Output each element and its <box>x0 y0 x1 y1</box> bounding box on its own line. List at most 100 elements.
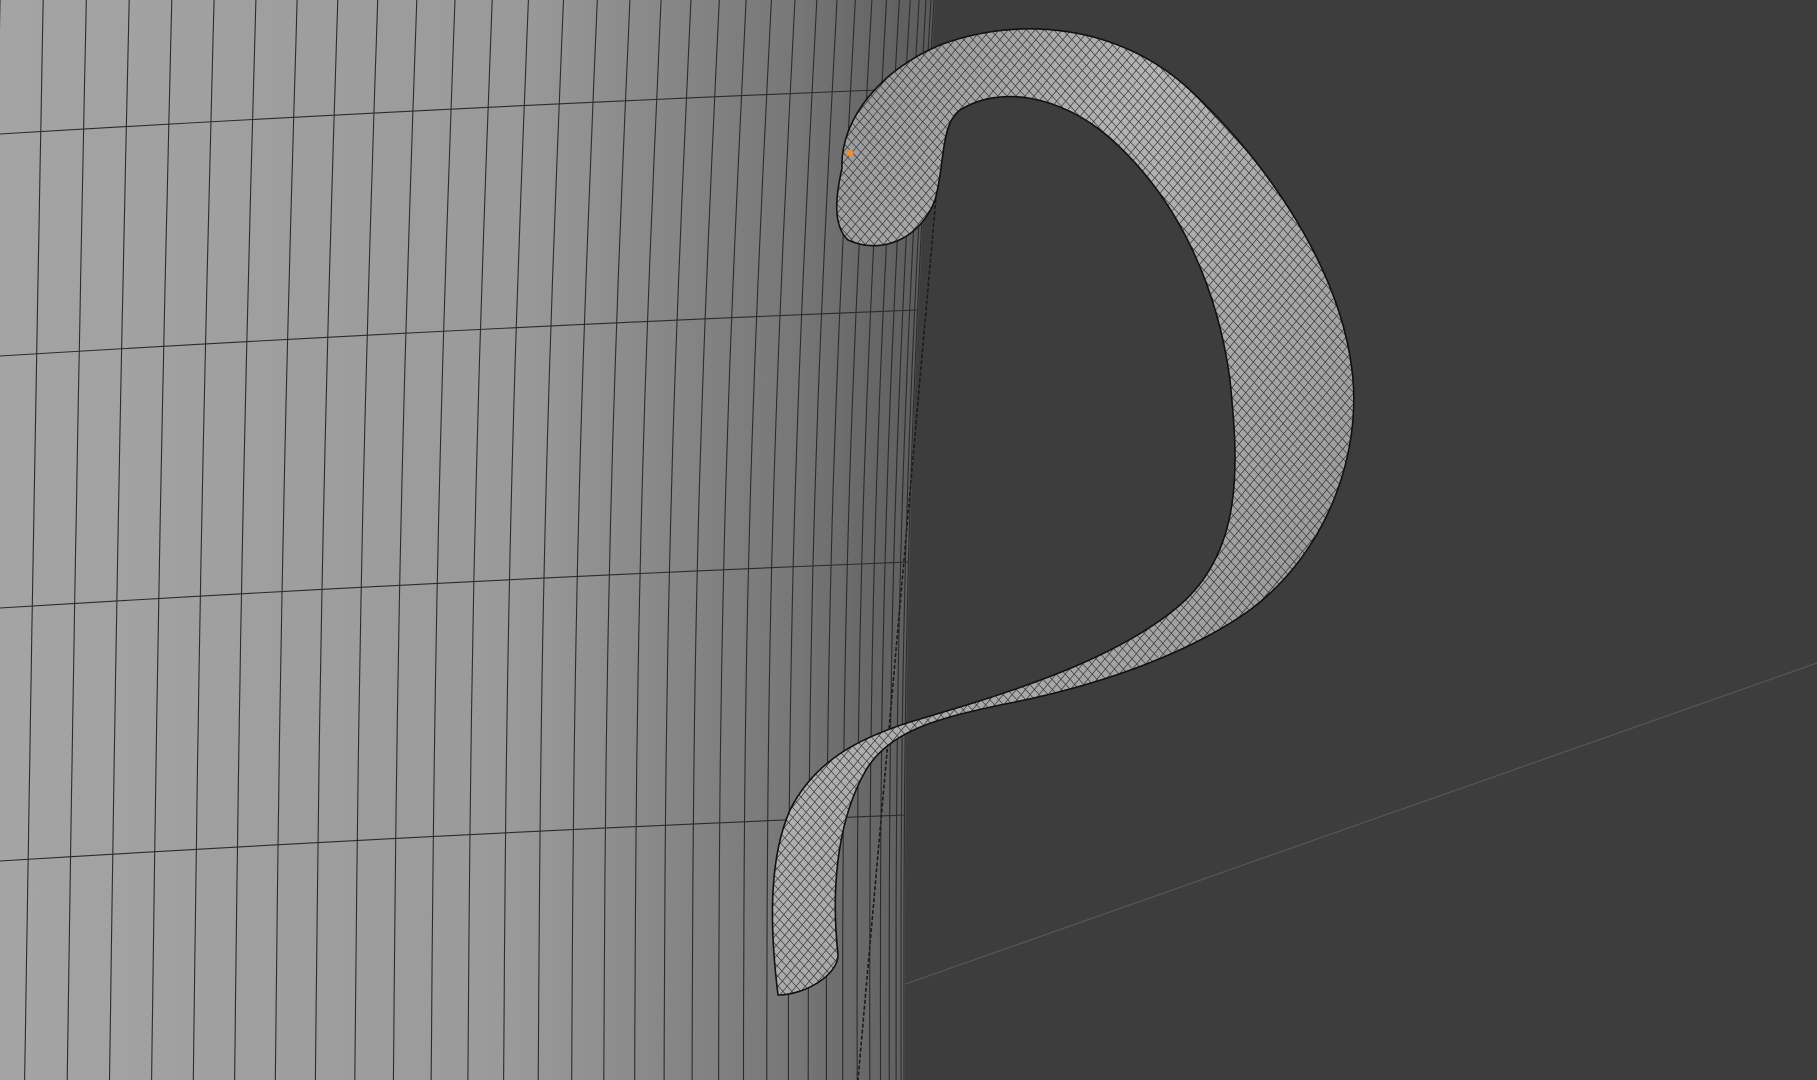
mug-handle-edge-line <box>816 28 1354 995</box>
mug-handle-edge-line <box>872 28 1354 995</box>
mug-handle-edge-line <box>908 28 1354 995</box>
mug-handle-edge-line <box>843 28 1354 995</box>
mug-handle-edge-line <box>845 28 1354 995</box>
mug-handle-edge-line <box>1557 0 1817 1080</box>
mug-handle-edge-line <box>890 28 1354 995</box>
3d-viewport[interactable] <box>0 0 1817 1080</box>
mug-handle-edge-line <box>1329 28 1354 995</box>
mug-handle-edge-line <box>1320 28 1354 995</box>
mug-handle-edge-line <box>1340 28 1354 995</box>
mug-handle-edge-line <box>1548 0 1817 1080</box>
mug-handle-edge-line <box>879 28 1354 995</box>
mug-handle-edge-line <box>1007 28 1354 995</box>
mug-handle-edge-line <box>1602 0 1817 1080</box>
mug-handle-edge-line <box>1005 28 1354 995</box>
mug-handle-edge-line <box>1266 28 1354 995</box>
mug-handle-edge-line <box>1611 0 1817 1080</box>
mug-handle-edge-line <box>1375 0 1817 1080</box>
mug-handle-edge-line <box>980 28 1354 995</box>
selected-vertex-dot[interactable] <box>846 149 854 157</box>
mug-handle-edge-line <box>1449 0 1817 1080</box>
mug-handle-edge-line <box>1349 28 1354 995</box>
mug-handle-edge-line <box>1575 0 1817 1080</box>
mug-handle-edge-line <box>998 28 1354 995</box>
mug-handle-edge-line <box>1241 28 1354 995</box>
mug-handle-edge-line <box>1404 0 1817 1080</box>
mug-handle-edge-line <box>978 28 1354 995</box>
mug-handle-edge-line <box>1566 0 1817 1080</box>
mug-handle-edge-line <box>1411 0 1817 1080</box>
mug-handle-edge-line <box>899 28 1354 995</box>
mug-handle-edge-line <box>1521 0 1817 1080</box>
mug-handle-edge-line <box>1248 28 1354 995</box>
mug-handle-edge-line <box>1431 0 1817 1080</box>
mug-handle-edge-line <box>987 28 1354 995</box>
mug-handle-edge-line <box>772 28 1354 995</box>
mug-handle-edge-line <box>1366 0 1817 1080</box>
mug-handle-edge-line <box>1402 0 1817 1080</box>
mug-handle-edge-line <box>881 28 1354 995</box>
mug-handle-edge-line <box>944 28 1354 995</box>
mug-handle-edge-line <box>782 28 1354 995</box>
mug-handle-edge-line <box>836 28 1354 995</box>
mug-handle-edge-line <box>888 28 1354 995</box>
mug-handle-edge-line <box>1304 28 1354 995</box>
mug-handle-edge-line <box>800 28 1354 995</box>
mug-handle-edge-line <box>1584 0 1817 1080</box>
mug-handle-edge-line <box>1347 28 1354 995</box>
mug-handle-edge-line <box>1331 28 1354 995</box>
mug-handle-edge-line <box>861 28 1354 995</box>
mug-handle-edge-line <box>897 28 1354 995</box>
mug-handle-edge-line <box>1268 28 1354 995</box>
mug-handle-edge-line <box>834 28 1354 995</box>
viewport-scene[interactable] <box>0 0 1817 1080</box>
floor-grid-line <box>859 662 1817 1001</box>
mug-handle-edge-line <box>1311 28 1354 995</box>
mug-handle-edge-line <box>1395 0 1817 1080</box>
mug-handle-edge-line <box>1386 0 1817 1080</box>
mug-handle-edge-line <box>1440 0 1817 1080</box>
mug-handle-edge-line <box>906 28 1354 995</box>
mug-handle-edge-line <box>915 28 1354 995</box>
mug-handle-edge-line <box>1368 0 1817 1080</box>
mug-handle-edge-line <box>969 28 1354 995</box>
mug-handle-edge-line <box>852 28 1354 995</box>
mug-handle-edge-line <box>1357 0 1817 1080</box>
mug-handle-edge-line <box>1293 28 1354 995</box>
mug-handle-edge-line <box>1232 28 1354 995</box>
mug-handle-edge-line <box>1239 28 1354 995</box>
mug-handle-edge-line <box>1384 0 1817 1080</box>
mug-handle-edge-line <box>1539 0 1817 1080</box>
mug-handle-edge-line <box>1275 28 1354 995</box>
mug-handle-edge-line <box>1302 28 1354 995</box>
mug-handle-edge-line <box>1485 0 1817 1080</box>
mug-handle-edge-line <box>935 28 1354 995</box>
mug-handle-edge-line <box>1359 0 1817 1080</box>
mug-handle-edge-line <box>1257 28 1354 995</box>
mug-handle-edge-line <box>989 28 1354 995</box>
mug-handle-edge-line <box>926 28 1354 995</box>
mug-handle-edge-line <box>807 28 1354 995</box>
mug-handle-edge-line <box>818 28 1354 995</box>
mug-handle-edge-line <box>996 28 1354 995</box>
mug-handle-edge-line <box>1458 0 1817 1080</box>
mug-handle-edge-line <box>1503 0 1817 1080</box>
mug-handle-edge-line <box>1338 28 1354 995</box>
mug-handle-edge-line <box>1230 28 1354 995</box>
mug-handle-edge-line <box>1259 28 1354 995</box>
mug-handle-edge-line <box>1467 0 1817 1080</box>
mug-handle-edge-line <box>971 28 1354 995</box>
mug-handle-edge-line <box>917 28 1354 995</box>
mug-handle-edge-line <box>773 28 1354 995</box>
mug-handle-edge-line <box>1413 0 1817 1080</box>
mug-handle-edge-line <box>827 28 1354 995</box>
mug-handle-edge-line <box>870 28 1354 995</box>
mug-handle-edge-line <box>953 28 1354 995</box>
mug-handle-edge-line <box>1313 28 1354 995</box>
mug-handle-edge-line <box>1494 0 1817 1080</box>
mug-handle-edge-line <box>1250 28 1354 995</box>
mug-handle-edge-line <box>1393 0 1817 1080</box>
mug-handle-edge-line <box>1277 28 1354 995</box>
mug-handle-edge-line <box>1530 0 1817 1080</box>
mug-handle-edge-line <box>1377 0 1817 1080</box>
